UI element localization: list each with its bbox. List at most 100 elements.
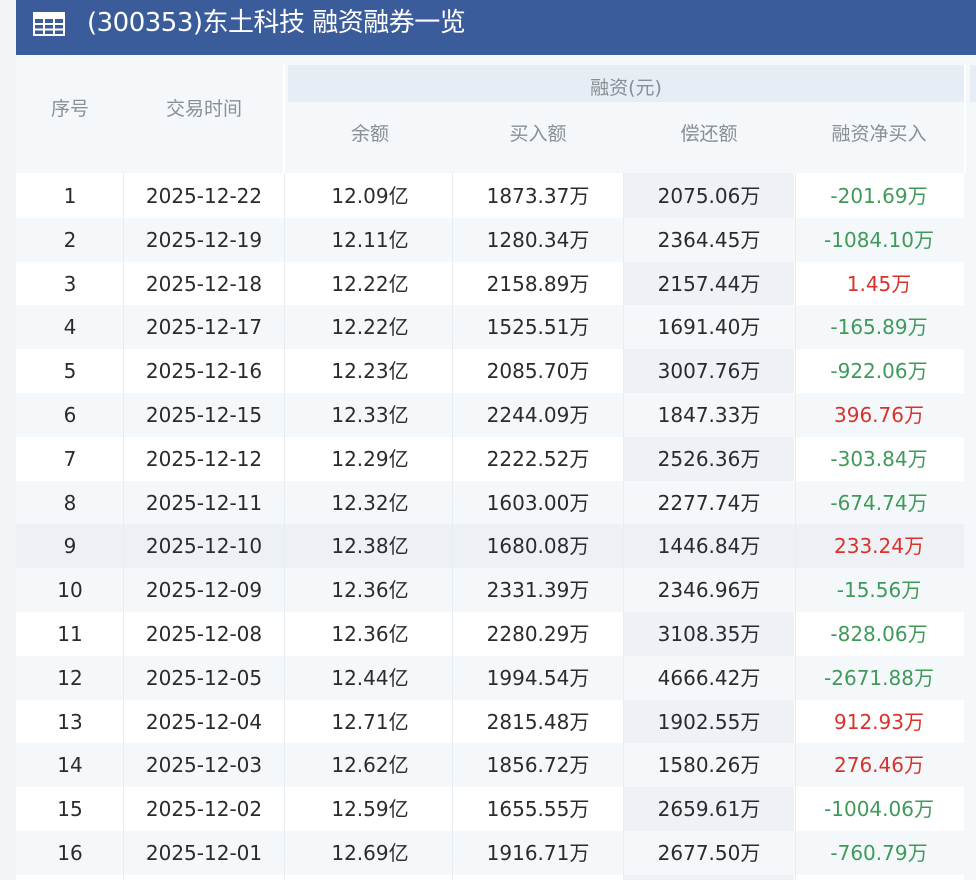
table-row[interactable]: 6 2025-12-15 12.33亿 2244.09万 1847.33万 396.76万: [16, 393, 976, 437]
cell-net-buy: 233.24万: [834, 534, 924, 558]
cell-repay: 2659.61万: [657, 797, 761, 821]
cell-balance: 12.59亿: [331, 797, 409, 821]
cell-buy: 2280.29万: [486, 622, 590, 646]
cell-index: 4: [63, 315, 77, 339]
cell-index: 15: [57, 797, 83, 821]
cell-repay: 1902.55万: [657, 710, 761, 734]
cell-buy: 1525.51万: [486, 315, 590, 339]
cell-index: 14: [57, 753, 83, 777]
cell-balance: 12.23亿: [331, 359, 409, 383]
cell-date: 2025-12-10: [145, 534, 263, 558]
cell-index: 2: [63, 228, 77, 252]
table-row[interactable]: 14 2025-12-03 12.62亿 1856.72万 1580.26万 276.46…: [16, 743, 976, 787]
left-gutter: [0, 0, 16, 880]
cell-date: 2025-12-08: [145, 622, 263, 646]
cell-buy: 2158.89万: [486, 272, 590, 296]
table-row[interactable]: 4 2025-12-17 12.22亿 1525.51万 1691.40万 -165.89…: [16, 305, 976, 349]
cell-index: 3: [63, 272, 77, 296]
cell-balance: 12.36亿: [331, 578, 409, 602]
cell-balance: 12.69亿: [331, 841, 409, 865]
table-row[interactable]: 11 2025-12-08 12.36亿 2280.29万 3108.35万 -828.0…: [16, 612, 976, 656]
cell-net-buy: -15.56万: [836, 578, 922, 602]
cell-net-buy: -165.89万: [830, 315, 928, 339]
cell-repay: 1446.84万: [657, 534, 761, 558]
table-row[interactable]: 2 2025-12-19 12.11亿 1280.34万 2364.45万 -1084.1…: [16, 218, 976, 262]
cell-index: 10: [57, 578, 83, 602]
column-divider: [284, 173, 285, 880]
table-row[interactable]: 13 2025-12-04 12.71亿 2815.48万 1902.55万 912.93…: [16, 700, 976, 744]
cell-repay: 2526.36万: [657, 447, 761, 471]
cell-balance: 12.29亿: [331, 447, 409, 471]
cell-index: 5: [63, 359, 77, 383]
cell-net-buy: -1004.06万: [824, 797, 934, 821]
cell-buy: 1655.55万: [486, 797, 590, 821]
cell-date: 2025-12-01: [145, 841, 263, 865]
header-divider: [964, 65, 966, 173]
cell-buy: 1873.37万: [486, 184, 590, 208]
cell-buy: 1680.08万: [486, 534, 590, 558]
col-header-repay: 偿还额: [680, 123, 738, 145]
column-divider: [123, 173, 124, 880]
cell-buy: 2222.52万: [486, 447, 590, 471]
cell-balance: 12.22亿: [331, 272, 409, 296]
cell-index: 16: [57, 841, 83, 865]
cell-date: 2025-12-12: [145, 447, 263, 471]
cell-buy: 1280.34万: [486, 228, 590, 252]
table-row[interactable]: 7 2025-12-12 12.29亿 2222.52万 2526.36万 -303.84…: [16, 437, 976, 481]
table-row[interactable]: 9 2025-12-10 12.38亿 1680.08万 1446.84万 233.24万: [16, 524, 976, 568]
cell-balance: 12.33亿: [331, 403, 409, 427]
cell-date: 2025-12-09: [145, 578, 263, 602]
cell-index: 8: [63, 491, 77, 515]
cell-balance: 12.38亿: [331, 534, 409, 558]
cell-date: 2025-12-03: [145, 753, 263, 777]
cell-net-buy: -201.69万: [830, 184, 928, 208]
cell-index: 9: [63, 534, 77, 558]
table-row[interactable]: 10 2025-12-09 12.36亿 2331.39万 2346.96万 -15.56…: [16, 568, 976, 612]
table-row[interactable]: 12 2025-12-05 12.44亿 1994.54万 4666.42万 -2671.…: [16, 656, 976, 700]
table-row[interactable]: 1 2025-12-22 12.09亿 1873.37万 2075.06万 -201.69…: [16, 174, 976, 218]
col-header-balance: 余额: [350, 123, 389, 145]
cell-index: 1: [63, 184, 77, 208]
cell-date: 2025-12-18: [145, 272, 263, 296]
cell-buy: 2331.39万: [486, 578, 590, 602]
col-header-net-buy: 融资净买入: [831, 123, 927, 145]
cell-net-buy: -1084.10万: [824, 228, 934, 252]
cell-balance: 12.32亿: [331, 491, 409, 515]
cell-net-buy: -303.84万: [830, 447, 928, 471]
group-header-financing: 融资(元): [590, 77, 662, 99]
cell-balance: 12.62亿: [331, 753, 409, 777]
cell-date: 2025-12-04: [145, 710, 263, 734]
cell-buy: 1603.00万: [486, 491, 590, 515]
cell-balance: 12.22亿: [331, 315, 409, 339]
cell-repay: 1580.26万: [657, 753, 761, 777]
cell-repay: 2346.96万: [657, 578, 761, 602]
cell-net-buy: 396.76万: [834, 403, 924, 427]
column-divider: [795, 173, 796, 880]
table-row[interactable]: 15 2025-12-02 12.59亿 1655.55万 2659.61万 -1004.…: [16, 787, 976, 831]
cell-buy: 1994.54万: [486, 666, 590, 690]
cell-repay: 3108.35万: [657, 622, 761, 646]
cell-date: 2025-12-17: [145, 315, 263, 339]
title-bar: (300353)东土科技 融资融券一览: [16, 0, 976, 55]
cell-buy: 1916.71万: [486, 841, 590, 865]
cell-date: 2025-12-15: [145, 403, 263, 427]
next-column-edge: [964, 173, 976, 880]
table-row[interactable]: 5 2025-12-16 12.23亿 2085.70万 3007.76万 -922.06…: [16, 349, 976, 393]
table-row[interactable]: 3 2025-12-18 12.22亿 2158.89万 2157.44万 1.45万: [16, 262, 976, 306]
cell-index: 6: [63, 403, 77, 427]
col-header-date: 交易时间: [165, 98, 242, 120]
margin-trading-panel: (300353)东土科技 融资融券一览 序号 交易时间 融资(元) 余额 买入额…: [0, 0, 976, 880]
cell-buy: 2244.09万: [486, 403, 590, 427]
table-grid-icon: [33, 12, 65, 36]
page-title: (300353)东土科技 融资融券一览: [87, 8, 466, 38]
table-row[interactable]: 8 2025-12-11 12.32亿 1603.00万 2277.74万 -674.74…: [16, 481, 976, 525]
cell-balance: 12.09亿: [331, 184, 409, 208]
cell-date: 2025-12-05: [145, 666, 263, 690]
table-row[interactable]: 16 2025-12-01 12.69亿 1916.71万 2677.50万 -760.7…: [16, 831, 976, 875]
cell-repay: 2157.44万: [657, 272, 761, 296]
cell-repay: 2075.06万: [657, 184, 761, 208]
cell-repay: 1691.40万: [657, 315, 761, 339]
cell-repay: 2677.50万: [657, 841, 761, 865]
cell-index: 11: [57, 622, 83, 646]
cell-index: 12: [57, 666, 83, 690]
